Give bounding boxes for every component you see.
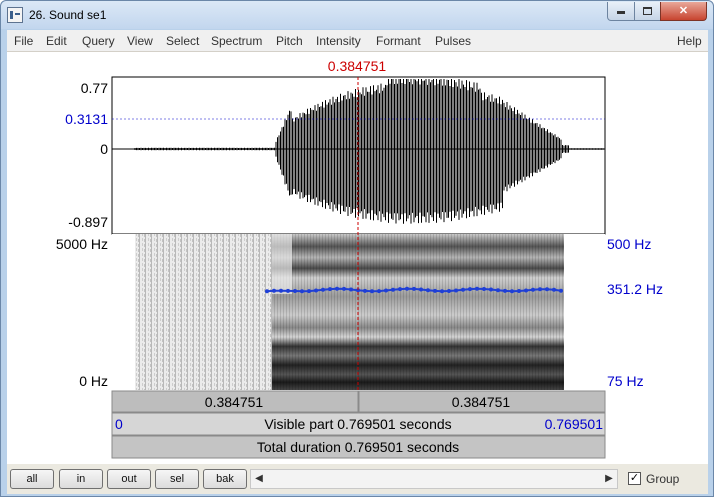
title-bar[interactable]: 26. Sound se1 ✕ [1, 1, 713, 29]
group-label: Group [646, 472, 680, 486]
bottom-toolbar: all in out sel bak ◀ ▶ ✓ Group [7, 464, 708, 494]
pitch-point [489, 287, 493, 292]
spectrogram-bottom-label: 0 Hz [79, 373, 108, 389]
pitch-point [545, 287, 549, 292]
pitch-point [384, 288, 388, 293]
pitch-point [426, 288, 430, 293]
menu-intensity[interactable]: Intensity [316, 34, 361, 48]
waveform-bottom-label: -0.897 [68, 214, 108, 230]
in-button[interactable]: in [59, 469, 103, 489]
pitch-point [412, 286, 416, 291]
pitch-point [419, 287, 423, 292]
pitch-point [328, 287, 332, 292]
menu-bar: File Edit Query View Select Spectrum Pit… [7, 30, 708, 52]
close-button[interactable]: ✕ [660, 2, 707, 21]
menu-help[interactable]: Help [677, 34, 702, 48]
menu-query[interactable]: Query [82, 34, 115, 48]
waveform-zero-label: 0 [100, 141, 108, 157]
maximize-icon [643, 7, 652, 15]
pitch-point [398, 287, 402, 292]
pitch-point [300, 289, 304, 294]
cursor-time-label: 0.384751 [328, 58, 387, 74]
selection-left-label: 0.384751 [205, 394, 264, 410]
minimize-button[interactable] [607, 2, 635, 21]
pitch-point [531, 287, 535, 292]
pitch-point [335, 286, 339, 291]
pitch-point [307, 289, 311, 294]
pitch-point [447, 289, 451, 293]
client-area: File Edit Query View Select Spectrum Pit… [7, 30, 708, 494]
waveform-top-label: 0.77 [81, 80, 108, 96]
pitch-current-label: 351.2 Hz [607, 281, 663, 297]
visible-start-label: 0 [115, 416, 123, 432]
spectrogram-noise-left [135, 234, 272, 390]
pitch-point [510, 289, 514, 294]
scroll-right-icon[interactable]: ▶ [601, 470, 617, 488]
visible-part-label: Visible part 0.769501 seconds [264, 416, 451, 432]
pitch-point [363, 288, 367, 293]
menu-select[interactable]: Select [166, 34, 199, 48]
pitch-point [468, 287, 472, 292]
pitch-point [279, 288, 283, 293]
bak-button[interactable]: bak [203, 469, 247, 489]
all-button[interactable]: all [10, 469, 54, 489]
pitch-point [538, 287, 542, 292]
pitch-point [559, 288, 563, 293]
close-icon: ✕ [678, 5, 689, 17]
spectrogram-onset [272, 234, 292, 294]
pitch-point [405, 286, 409, 291]
pitch-point [552, 287, 556, 292]
menu-edit[interactable]: Edit [46, 34, 67, 48]
window-title: 26. Sound se1 [29, 8, 107, 22]
waveform-marker-label: 0.3131 [65, 111, 108, 127]
out-button[interactable]: out [107, 469, 151, 489]
spectrogram-striations [272, 234, 564, 390]
pitch-point [286, 288, 290, 293]
menu-pulses[interactable]: Pulses [435, 34, 471, 48]
pitch-point [496, 288, 500, 293]
pitch-top-label: 500 Hz [607, 236, 651, 252]
praat-app-icon[interactable] [7, 7, 23, 23]
pitch-point [314, 288, 318, 293]
pitch-point [524, 288, 528, 293]
visible-end-label: 0.769501 [545, 416, 604, 432]
pitch-point [349, 287, 353, 292]
menu-formant[interactable]: Formant [376, 34, 421, 48]
pitch-point [293, 289, 297, 293]
pitch-point [377, 289, 381, 294]
pitch-point [321, 287, 325, 292]
pitch-point [517, 289, 521, 293]
sel-button[interactable]: sel [155, 469, 199, 489]
menu-file[interactable]: File [14, 34, 33, 48]
spectrogram-top-label: 5000 Hz [56, 236, 108, 252]
pitch-point [440, 289, 444, 294]
menu-pitch[interactable]: Pitch [276, 34, 303, 48]
pitch-point [503, 288, 507, 293]
scroll-left-icon[interactable]: ◀ [251, 470, 267, 488]
menu-spectrum[interactable]: Spectrum [211, 34, 262, 48]
pitch-point [475, 286, 479, 291]
pitch-point [342, 286, 346, 291]
pitch-point [370, 289, 374, 294]
pitch-point [272, 288, 276, 293]
pitch-point [482, 287, 486, 291]
pitch-point [433, 288, 437, 293]
pitch-point [265, 289, 269, 294]
praat-sound-window: 26. Sound se1 ✕ File Edit Query View Sel… [0, 0, 714, 497]
pitch-point [454, 288, 458, 293]
pitch-bottom-label: 75 Hz [607, 373, 644, 389]
pitch-point [391, 287, 395, 292]
maximize-button[interactable] [634, 2, 661, 21]
total-duration-label: Total duration 0.769501 seconds [257, 439, 459, 455]
menu-view[interactable]: View [127, 34, 153, 48]
horizontal-scrollbar[interactable]: ◀ ▶ [250, 469, 618, 489]
pitch-point [461, 287, 465, 292]
selection-right-label: 0.384751 [452, 394, 511, 410]
minimize-icon [617, 11, 625, 14]
group-checkbox[interactable]: ✓ [628, 472, 641, 485]
sound-editor-plot[interactable]: 0.384751 0.77 0.3131 0 -0.897 5000 Hz 0 … [7, 52, 708, 464]
